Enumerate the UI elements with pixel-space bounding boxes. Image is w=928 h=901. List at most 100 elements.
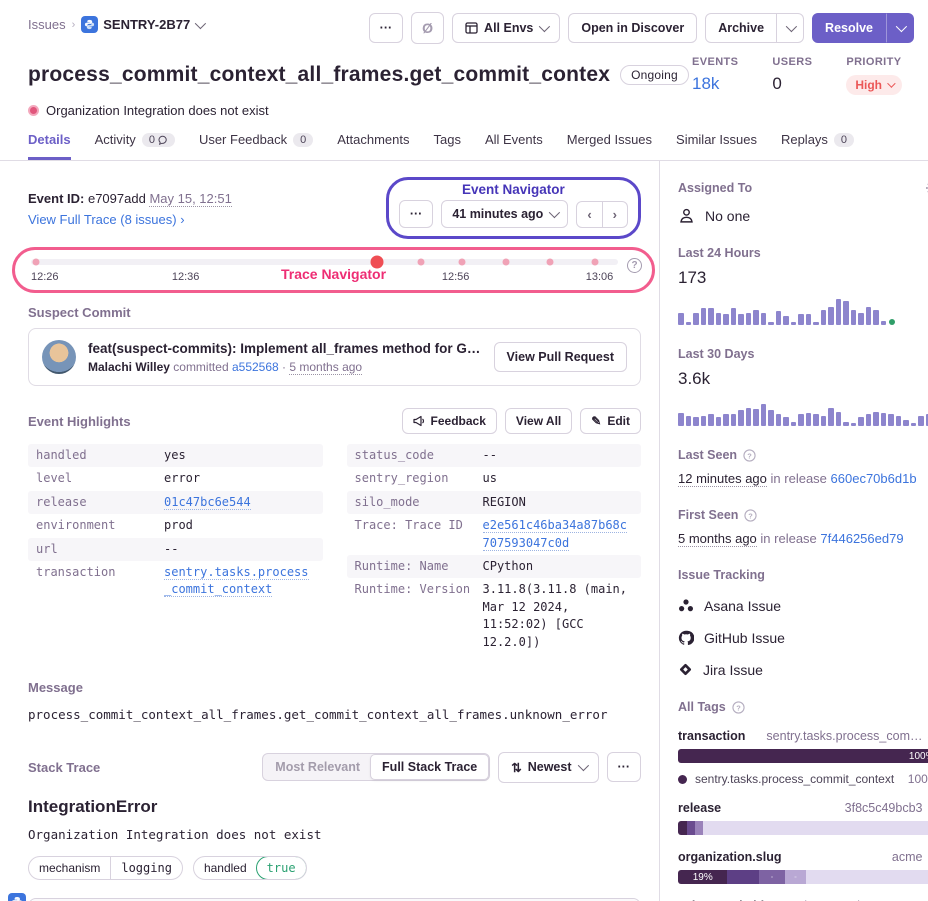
archive-dropdown-button[interactable] (777, 13, 804, 43)
highlight-key: handled (36, 447, 164, 464)
event-nav-dropdown[interactable]: 41 minutes ago (441, 200, 568, 228)
trace-event-dot[interactable] (32, 259, 39, 266)
commit-sha-link[interactable]: a552568 (232, 360, 279, 374)
tab-tags[interactable]: Tags (433, 132, 460, 160)
tag-distribution-bar[interactable]: 19% (678, 870, 928, 884)
tab-label: Details (28, 132, 71, 147)
toggle-full-stack-trace[interactable]: Full Stack Trace (370, 754, 489, 780)
more-actions-button[interactable]: ··· (369, 13, 404, 43)
highlight-value: 01c47bc6e544 (164, 494, 315, 511)
tab-similar-issues[interactable]: Similar Issues (676, 132, 757, 160)
priority-badge[interactable]: High (846, 75, 902, 95)
tracking-item-github: GitHub Issue+ (678, 629, 928, 646)
feedback-button[interactable]: Feedback (402, 408, 497, 434)
trace-navigator-annotation: 12:2612:3612:5613:06 Trace Navigator ? (12, 247, 655, 293)
trace-timeline[interactable] (31, 259, 618, 265)
event-id-row: Event ID: e7097add May 15, 12:51 (28, 177, 232, 206)
resolve-dropdown-button[interactable] (886, 13, 914, 43)
tab-replays[interactable]: Replays0 (781, 132, 854, 160)
tag-segment (695, 821, 703, 835)
tag-header[interactable]: organization.slugacme (678, 850, 928, 864)
tag-header[interactable]: transactionsentry.tasks.process_com… (678, 729, 928, 743)
chart-bar (761, 313, 767, 325)
highlight-value-link[interactable]: 01c47bc6e544 (164, 495, 251, 510)
question-icon[interactable]: ? (732, 701, 745, 714)
trace-event-dot[interactable] (547, 259, 554, 266)
issue-title: process_commit_context_all_frames.get_co… (28, 63, 610, 87)
next-event-button[interactable]: › (603, 201, 628, 228)
mute-button[interactable]: Ø (411, 12, 444, 44)
tag-top-value: 3f8c5c49bcb3 (729, 801, 922, 815)
chart-bar (746, 408, 752, 426)
window-icon (465, 22, 478, 34)
chart-bar (783, 417, 789, 426)
tag-distribution-bar[interactable]: 100% (678, 749, 928, 763)
chevron-down-icon (896, 21, 907, 32)
toggle-most-relevant[interactable]: Most Relevant (264, 755, 371, 779)
chart-bar (701, 416, 707, 426)
issue-stats: EVENTS18kUSERS0PRIORITYHigh (692, 54, 914, 95)
previous-event-button[interactable]: ‹ (576, 201, 602, 228)
tab-merged-issues[interactable]: Merged Issues (567, 132, 652, 160)
environment-filter-button[interactable]: All Envs (452, 13, 560, 43)
chart-bar (798, 314, 804, 325)
chart-bar (836, 412, 842, 426)
tag-header[interactable]: release3f8c5c49bcb3 (678, 801, 928, 815)
assigned-to-heading: Assigned To (678, 181, 752, 195)
chart-bar (738, 314, 744, 325)
view-full-trace-link[interactable]: View Full Trace (8 issues) › (28, 212, 185, 227)
issue-tracking-list: Asana Issue+GitHub Issue+Jira Issue+ (678, 597, 928, 678)
chart-bar (776, 414, 782, 426)
sort-dropdown[interactable]: ⇅ Newest (498, 752, 598, 783)
tab-label: User Feedback (199, 132, 287, 147)
question-icon[interactable]: ? (743, 449, 756, 462)
trace-event-dot[interactable] (418, 259, 425, 266)
view-pull-request-button[interactable]: View Pull Request (494, 342, 627, 372)
chart-bar (851, 423, 857, 426)
environment-filter-label: All Envs (484, 21, 533, 35)
breadcrumb-issues-link[interactable]: Issues (28, 17, 66, 32)
edit-button[interactable]: ✎ Edit (580, 408, 641, 434)
tab-user-feedback[interactable]: User Feedback0 (199, 132, 313, 160)
archive-button[interactable]: Archive (705, 13, 777, 43)
tag-distribution-bar[interactable] (678, 821, 928, 835)
trace-event-dot[interactable] (591, 259, 598, 266)
tag-segment (785, 870, 806, 884)
tab-activity[interactable]: Activity0 (95, 132, 175, 160)
last-seen-release-link[interactable]: 660ec70b6d1b (831, 471, 917, 486)
gear-icon[interactable] (925, 181, 928, 195)
tab-attachments[interactable]: Attachments (337, 132, 409, 160)
assignee-selector[interactable]: No one (678, 207, 928, 224)
stack-more-button[interactable]: ··· (607, 752, 642, 782)
chart-bar (881, 321, 887, 325)
open-in-discover-button[interactable]: Open in Discover (568, 13, 697, 43)
view-all-button[interactable]: View All (505, 408, 572, 434)
tab-details[interactable]: Details (28, 132, 71, 160)
highlight-value: REGION (483, 494, 634, 511)
first-seen-heading: First Seen (678, 508, 738, 522)
question-icon[interactable]: ? (744, 509, 757, 522)
trace-event-dot[interactable] (459, 259, 466, 266)
project-selector[interactable]: SENTRY-2B77 (81, 16, 203, 33)
highlight-key: url (36, 541, 164, 558)
chart-bar (813, 322, 819, 325)
chart-bar (693, 417, 699, 426)
highlight-row: Runtime: Version3.11.8(3.11.8 (main, Mar… (347, 578, 642, 654)
stat-value: 0 (772, 74, 812, 94)
trace-event-dot[interactable] (503, 259, 510, 266)
stat-value[interactable]: 18k (692, 74, 738, 94)
help-icon[interactable]: ? (627, 258, 642, 273)
header-actions: ··· Ø All Envs Open in Discover Archive … (369, 12, 914, 44)
highlight-value-link[interactable]: e2e561c46ba34a87b68c707593047c0d (483, 518, 628, 550)
highlight-value-link[interactable]: sentry.tasks.process_commit_context (164, 565, 309, 597)
tag-breakdown-label: sentry.tasks.process_commit_context (695, 772, 900, 786)
tag-breakdown-row[interactable]: sentry.tasks.process_commit_context100% (678, 772, 928, 786)
resolve-button[interactable]: Resolve (812, 13, 886, 43)
event-nav-more-button[interactable]: ··· (399, 200, 434, 228)
first-seen-release-link[interactable]: 7f446256ed79 (820, 531, 903, 546)
sidebar: Assigned To No one Last 24 Hours 173 Las… (660, 161, 928, 901)
tab-all-events[interactable]: All Events (485, 132, 543, 160)
chart-bar (768, 322, 774, 326)
first-seen-time: 5 months ago (678, 531, 757, 547)
chart-bar (791, 322, 797, 326)
